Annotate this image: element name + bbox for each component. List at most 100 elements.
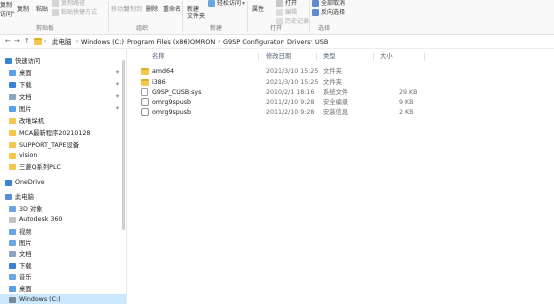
copy-to-button[interactable]: 复制到 [124, 6, 142, 13]
history-button[interactable]: 历史记录 [276, 18, 309, 25]
file-name: i386 [152, 79, 166, 86]
copy-partial-button[interactable]: 复制 [0, 2, 12, 9]
sidebar-item[interactable]: 图片 [0, 237, 126, 248]
sidebar-item[interactable]: 快速访问 [0, 55, 126, 66]
rename-label: 重命名 [163, 6, 182, 13]
sidebar-item[interactable]: SUPPORT_TAPE设备 [0, 139, 126, 150]
settings-file-icon [141, 108, 149, 116]
sidebar-item[interactable]: 视频 [0, 226, 126, 237]
sidebar-item-label: 文档 [19, 251, 32, 258]
breadcrumb-separator-icon: › [282, 38, 285, 45]
address-bar: ← → ↑ › 此电脑 › Windows (C:) › Program Fil… [0, 35, 554, 49]
sidebar-item[interactable]: 图片 ✦ [0, 103, 126, 114]
file-row[interactable]: omrg9spusb 2011/2/10 9:28 安装信息 2 KB [140, 107, 420, 118]
paste-button[interactable]: 粘贴 [36, 6, 48, 13]
column-header-type[interactable]: 类型 [323, 53, 336, 60]
breadcrumb-item[interactable]: Drivers [287, 38, 310, 46]
column-header-size[interactable]: 大小 [380, 53, 393, 60]
open-button[interactable]: 打开 [276, 0, 297, 7]
delete-button[interactable]: 删除 [146, 6, 158, 13]
sidebar-item-icon [9, 105, 16, 112]
sidebar-item-icon [9, 152, 16, 159]
paste-shortcut-partial[interactable]: 访问" [0, 11, 15, 18]
sidebar-item-icon [5, 179, 12, 186]
column-header-date[interactable]: 修改日期 [266, 53, 291, 60]
sidebar-item[interactable]: 桌面 [0, 283, 126, 294]
forward-arrow-icon[interactable]: → [14, 37, 20, 46]
sidebar-item[interactable]: vision [0, 150, 126, 161]
breadcrumb-item[interactable]: 此电脑 [52, 38, 72, 46]
properties-label: 属性 [252, 6, 265, 13]
pin-icon[interactable]: ✦ [115, 81, 120, 88]
file-size: 9 KB [399, 99, 414, 106]
breadcrumb-item[interactable]: Program Files (x86) [127, 38, 190, 46]
select-all-button[interactable]: 全部取消 [312, 0, 345, 7]
sidebar-item[interactable]: 文档 ✦ [0, 91, 126, 102]
pin-icon[interactable]: ✦ [115, 105, 120, 112]
copy-button[interactable]: 复制 [17, 6, 29, 13]
properties-button[interactable]: 属性 [252, 6, 264, 13]
rename-button[interactable]: 重命名 [163, 6, 181, 13]
clipboard-group-label: 剪贴板 [36, 25, 55, 32]
pin-icon[interactable]: ✦ [115, 69, 120, 76]
pin-icon[interactable]: ✦ [115, 93, 120, 100]
sidebar-item[interactable]: 桌面 ✦ [0, 67, 126, 78]
sidebar-item-label: SUPPORT_TAPE设备 [19, 142, 80, 149]
edit-icon [276, 9, 283, 16]
scrollbar-thumb[interactable] [122, 60, 125, 230]
sidebar-item-label: 图片 [19, 106, 32, 113]
file-date: 2021/3/10 15:25 [266, 79, 319, 86]
sidebar-item[interactable]: 下载 ✦ [0, 79, 126, 90]
sidebar-item[interactable]: 文档 [0, 248, 126, 259]
ribbon-divider [247, 1, 248, 32]
sidebar-item-label: 视频 [19, 229, 32, 236]
sidebar-item-label: 下载 [19, 82, 32, 89]
column-divider[interactable] [316, 52, 317, 61]
sidebar-item[interactable]: Autodesk 360 [0, 214, 126, 225]
sidebar-item[interactable]: 音乐 [0, 271, 126, 282]
back-arrow-icon[interactable]: ← [5, 37, 11, 46]
sidebar-scrollbar[interactable] [122, 50, 126, 304]
breadcrumb-item[interactable]: Windows (C:) [81, 38, 124, 46]
sidebar-item-icon [5, 193, 12, 200]
sidebar-item-icon [9, 93, 16, 100]
file-row[interactable]: amd64 2021/3/10 15:25 文件夹 [140, 66, 420, 77]
breadcrumb-item[interactable]: G9SP Configurator [223, 38, 283, 46]
column-divider[interactable] [373, 52, 374, 61]
sidebar-item[interactable]: 三菱Q系列PLC [0, 161, 126, 172]
file-type: 系统文件 [323, 89, 349, 96]
column-header-name[interactable]: 名称 [152, 53, 165, 60]
copy-path-button[interactable]: 复制路径 [52, 0, 85, 7]
sidebar-item[interactable]: 改堆垛机 [0, 115, 126, 126]
column-divider[interactable] [424, 52, 425, 61]
sidebar-item-icon [9, 262, 16, 269]
open-label: 打开 [285, 0, 298, 7]
file-type: 安全编录 [323, 99, 349, 106]
up-arrow-icon[interactable]: ↑ [24, 37, 30, 46]
folder-icon [141, 79, 149, 86]
folder-icon [34, 38, 42, 45]
paste-label: 粘贴 [36, 6, 49, 13]
sidebar-item-label: 快速访问 [15, 58, 41, 65]
paste-shortcut-partial-label: 访问" [0, 11, 15, 18]
paste-shortcut-button[interactable]: 粘贴快捷方式 [52, 9, 97, 16]
new-folder-label: 新建 文件夹 [187, 6, 206, 20]
sidebar-item[interactable]: 3D 对象 [0, 203, 126, 214]
file-name: amd64 [152, 68, 175, 75]
edit-button[interactable]: 编辑 [276, 9, 297, 16]
breadcrumb-item[interactable]: OMRON [190, 38, 215, 46]
select-none-button[interactable]: 反向选择 [312, 9, 345, 16]
breadcrumb-item[interactable]: USB [315, 38, 328, 46]
sidebar-item[interactable]: Windows (C:) [0, 294, 126, 304]
sidebar-item[interactable]: OneDrive [0, 177, 126, 188]
column-divider[interactable] [258, 52, 259, 61]
sidebar-item-label: 改堆垛机 [19, 118, 45, 125]
sidebar-item[interactable]: MCA最新程序20210128 [0, 127, 126, 138]
organize-group-label: 组织 [136, 25, 149, 32]
file-date: 2010/2/1 18:16 [266, 89, 315, 96]
easy-access-button[interactable]: 轻松访问 ▾ [208, 0, 245, 7]
sidebar-item-icon [9, 141, 16, 148]
new-folder-button[interactable]: 新建 文件夹 [187, 6, 205, 20]
sidebar-item[interactable]: 下载 [0, 260, 126, 271]
sidebar-item[interactable]: 此电脑 [0, 191, 126, 202]
